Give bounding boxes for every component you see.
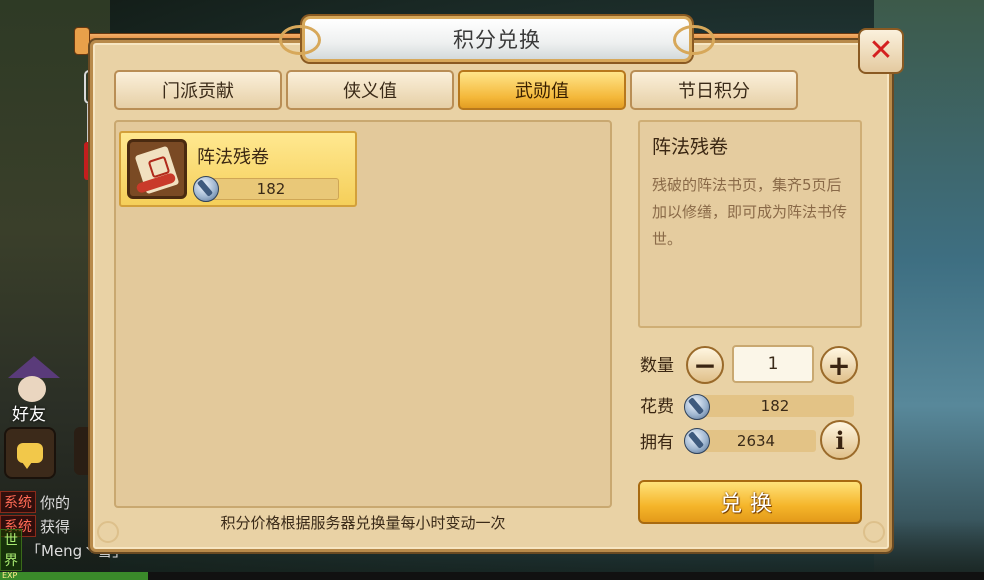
exchange-button[interactable]: 兑换 — [638, 480, 862, 524]
hat-icon — [8, 356, 60, 378]
dialog-title: 积分兑换 — [453, 28, 541, 52]
cost-label: 花费 — [640, 397, 674, 417]
chat-bubble-icon — [17, 443, 43, 469]
tab-sect-contribution[interactable]: 门派贡献 — [114, 70, 282, 110]
chat-log: 系统 你的 系统 获得 世界 「Meng丶雪」 — [0, 490, 127, 571]
title-swirl-left — [279, 25, 321, 55]
tab-festival-points[interactable]: 节日积分 — [630, 70, 798, 110]
close-button[interactable]: ✕ — [858, 28, 904, 74]
item-detail-panel: 阵法残卷 残破的阵法书页，集齐5页后加以修缮，即可成为阵法书传世。 — [638, 120, 862, 328]
chat-text: 你的 — [40, 493, 71, 512]
tab-bar: 门派贡献 侠义值 武勋值 节日积分 — [114, 70, 798, 110]
cost-bar: 182 — [696, 395, 854, 417]
friend-label: 好友 — [12, 405, 46, 425]
tab-military-merit[interactable]: 武勋值 — [458, 70, 626, 110]
chat-channel-tag: 世界 — [0, 529, 22, 571]
item-price: 182 — [256, 180, 286, 198]
item-name: 阵法残卷 — [197, 147, 269, 168]
avatar-face — [18, 376, 46, 402]
detail-description: 残破的阵法书页，集齐5页后加以修缮，即可成为阵法书传世。 — [652, 176, 848, 248]
title-plate: 积分兑换 — [279, 16, 715, 62]
chat-line: 世界 「Meng丶雪」 — [0, 529, 127, 571]
decrease-quantity-button[interactable]: − — [686, 346, 724, 384]
exp-label: EXP — [2, 571, 18, 580]
chat-button[interactable] — [4, 427, 56, 479]
quantity-input[interactable]: 1 — [732, 345, 814, 383]
detail-item-name: 阵法残卷 — [652, 136, 729, 158]
medal-currency-icon — [193, 176, 219, 202]
medal-currency-icon — [684, 394, 710, 420]
exp-bar: EXP — [0, 572, 984, 580]
cost-value: 182 — [760, 397, 790, 415]
owned-label: 拥有 — [640, 433, 674, 453]
chat-channel-tag: 系统 — [0, 491, 36, 513]
info-icon: i — [835, 425, 845, 455]
plus-icon: + — [827, 348, 851, 382]
chat-text: 获得 — [40, 517, 71, 536]
tab-chivalry[interactable]: 侠义值 — [286, 70, 454, 110]
title-swirl-right — [673, 25, 715, 55]
scroll-rod-cap — [74, 27, 90, 55]
chat-line: 系统 你的 — [0, 490, 100, 514]
price-note: 积分价格根据服务器兑换量每小时变动一次 — [220, 514, 506, 532]
scroll-item-icon — [127, 139, 187, 199]
minus-icon: − — [693, 348, 717, 382]
item-price-bar: 182 — [203, 178, 339, 200]
corner-ornament — [863, 521, 885, 543]
owned-value: 2634 — [736, 432, 776, 450]
item-list: 阵法残卷 182 — [114, 120, 612, 508]
exp-fill — [0, 572, 148, 580]
quantity-label: 数量 — [640, 356, 674, 376]
owned-bar: 2634 — [696, 430, 816, 452]
info-button[interactable]: i — [820, 420, 860, 460]
increase-quantity-button[interactable]: + — [820, 346, 858, 384]
item-card[interactable]: 阵法残卷 182 — [119, 131, 357, 207]
close-icon: ✕ — [868, 33, 894, 68]
medal-currency-icon — [684, 428, 710, 454]
